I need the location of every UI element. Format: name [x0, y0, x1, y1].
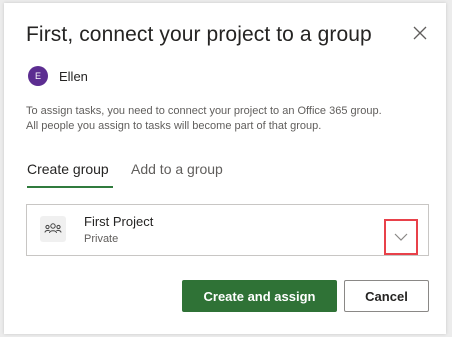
user-name: Ellen [59, 68, 88, 84]
close-icon [413, 26, 427, 40]
group-privacy: Private [84, 233, 119, 245]
group-name: First Project [84, 214, 154, 229]
active-tab-indicator [27, 186, 113, 188]
description: To assign tasks, you need to connect you… [26, 104, 436, 134]
user-row: E Ellen [28, 66, 88, 86]
group-people-icon [40, 216, 66, 242]
description-line-2: All people you assign to tasks will beco… [26, 120, 322, 132]
cancel-button[interactable]: Cancel [344, 280, 429, 312]
dialog-title: First, connect your project to a group [26, 23, 372, 46]
tab-create-group[interactable]: Create group [27, 161, 109, 177]
connect-group-dialog: First, connect your project to a group E… [4, 3, 446, 334]
group-select-dropdown[interactable]: First Project Private [26, 204, 429, 256]
description-line-1: To assign tasks, you need to connect you… [26, 105, 382, 117]
create-and-assign-button[interactable]: Create and assign [182, 280, 337, 312]
close-button[interactable] [408, 21, 432, 45]
avatar: E [28, 66, 48, 86]
tab-add-to-group[interactable]: Add to a group [131, 161, 223, 177]
chevron-down-icon [394, 233, 408, 241]
dropdown-chevron-button[interactable] [384, 219, 418, 255]
